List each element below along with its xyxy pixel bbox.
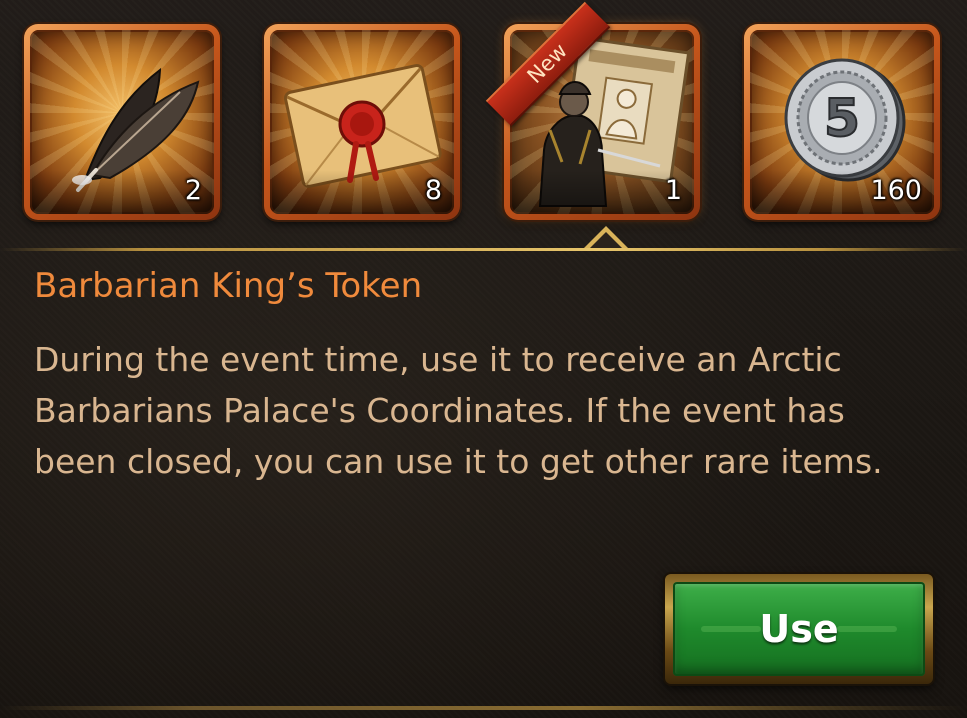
selection-pointer [582,226,630,250]
item-slot-coin[interactable]: 5 160 [744,24,940,220]
item-title: Barbarian King’s Token [34,266,423,306]
use-button-label: Use [759,607,839,651]
item-description: During the event time, use it to receive… [34,340,883,481]
item-quantity: 160 [870,175,922,206]
divider [0,248,967,251]
use-button[interactable]: Use [665,574,933,684]
item-slot-envelope[interactable]: 8 [264,24,460,220]
svg-text:5: 5 [824,89,860,149]
item-slots: 2 8 1 New 5 160 [0,0,967,240]
item-slot-barbarian-token[interactable]: 1 New [485,1,700,220]
item-quantity: 2 [184,175,202,206]
item-slot-feather[interactable]: 2 [24,24,220,220]
bottom-border [0,706,967,710]
item-quantity: 8 [424,175,442,206]
item-quantity: 1 [664,175,682,206]
